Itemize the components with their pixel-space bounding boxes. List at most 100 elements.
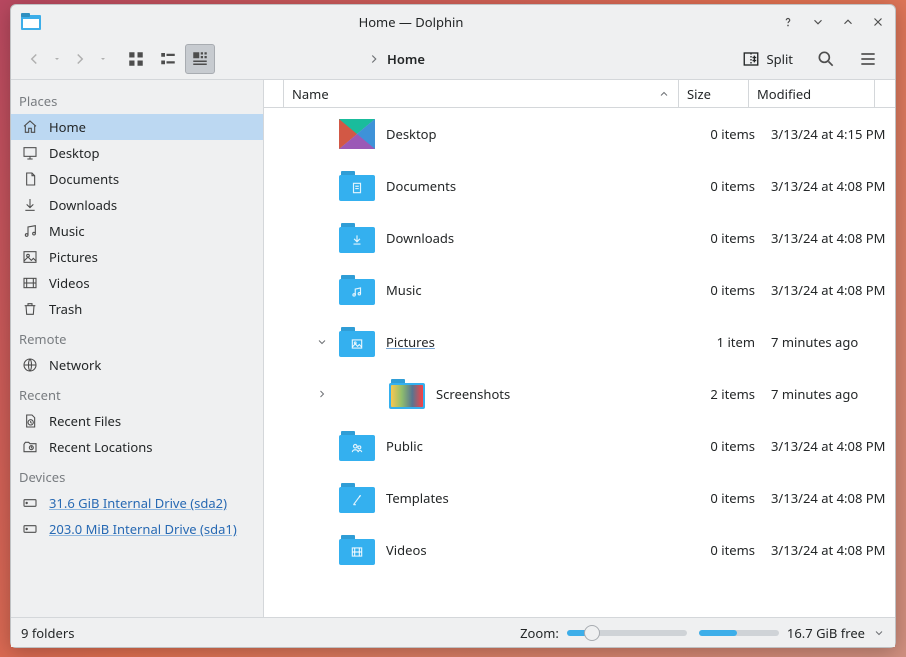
file-view: Name Size Modified Desktop0 items3/13/24…: [264, 80, 895, 617]
view-icons-button[interactable]: [121, 44, 151, 74]
file-row[interactable]: Videos0 items3/13/24 at 4:08 PM: [264, 524, 895, 576]
file-row[interactable]: Downloads0 items3/13/24 at 4:08 PM: [264, 212, 895, 264]
maximize-button[interactable]: [839, 13, 857, 31]
tree-gutter: [264, 316, 334, 368]
sidebar-item-label: Music: [49, 222, 85, 240]
tree-gutter: [264, 160, 334, 212]
file-name: Documents: [386, 177, 695, 195]
tree-gutter: [264, 524, 334, 576]
sidebar-item-network[interactable]: Network: [11, 352, 263, 378]
column-resize-handle[interactable]: [264, 80, 284, 107]
drive-icon: [21, 494, 39, 512]
sidebar-item-label: Trash: [49, 300, 82, 318]
dolphin-window: Home — Dolphin Home Split: [10, 4, 896, 648]
file-size: 0 items: [695, 489, 765, 507]
collapse-icon[interactable]: [314, 334, 330, 350]
breadcrumb-current[interactable]: Home: [387, 50, 425, 68]
downloads-icon: [21, 196, 39, 214]
split-icon: [742, 50, 760, 68]
sidebar-item-desktop[interactable]: Desktop: [11, 140, 263, 166]
file-row[interactable]: Pictures1 item7 minutes ago: [264, 316, 895, 368]
videos-folder-icon: [339, 535, 375, 565]
sidebar-item-downloads[interactable]: Downloads: [11, 192, 263, 218]
view-details-button[interactable]: [185, 44, 215, 74]
sidebar-heading: Remote: [11, 322, 263, 352]
documents-folder-icon: [339, 171, 375, 201]
file-row[interactable]: Screenshots2 items7 minutes ago: [264, 368, 895, 420]
file-modified: 3/13/24 at 4:08 PM: [765, 177, 895, 195]
minimize-button[interactable]: [809, 13, 827, 31]
expand-icon[interactable]: [314, 386, 330, 402]
sidebar-item-label: 203.0 MiB Internal Drive (sda1): [49, 520, 237, 538]
sidebar-item-recent-locations[interactable]: Recent Locations: [11, 434, 263, 460]
file-modified: 7 minutes ago: [765, 333, 895, 351]
forward-menu[interactable]: [97, 44, 109, 74]
tree-gutter: [264, 420, 334, 472]
forward-button[interactable]: [65, 44, 95, 74]
search-button[interactable]: [811, 44, 841, 74]
file-modified: 7 minutes ago: [765, 385, 895, 403]
chevron-right-icon: [367, 52, 381, 66]
view-compact-button[interactable]: [153, 44, 183, 74]
file-name: Templates: [386, 489, 695, 507]
chevron-down-icon[interactable]: [873, 627, 885, 639]
sidebar-item-31-6-gib-internal-drive-sda2-[interactable]: 31.6 GiB Internal Drive (sda2): [11, 490, 263, 516]
sidebar-item-label: Documents: [49, 170, 119, 188]
videos-icon: [21, 274, 39, 292]
file-row[interactable]: Documents0 items3/13/24 at 4:08 PM: [264, 160, 895, 212]
column-modified[interactable]: Modified: [749, 80, 875, 107]
sidebar-item-recent-files[interactable]: Recent Files: [11, 408, 263, 434]
file-row[interactable]: Music0 items3/13/24 at 4:08 PM: [264, 264, 895, 316]
free-space: 16.7 GiB free: [787, 624, 865, 642]
file-row[interactable]: Templates0 items3/13/24 at 4:08 PM: [264, 472, 895, 524]
file-row[interactable]: Public0 items3/13/24 at 4:08 PM: [264, 420, 895, 472]
screenshots-folder-icon: [389, 379, 425, 409]
breadcrumb[interactable]: Home: [227, 50, 732, 68]
zoom-label: Zoom:: [520, 624, 559, 642]
back-menu[interactable]: [51, 44, 63, 74]
column-name[interactable]: Name: [284, 80, 679, 107]
sidebar-item-documents[interactable]: Documents: [11, 166, 263, 192]
public-folder-icon: [339, 431, 375, 461]
pictures-icon: [21, 248, 39, 266]
file-name: Desktop: [386, 125, 695, 143]
music-folder-icon: [339, 275, 375, 305]
file-size: 0 items: [695, 281, 765, 299]
file-list: Desktop0 items3/13/24 at 4:15 PMDocument…: [264, 108, 895, 617]
home-icon: [21, 118, 39, 136]
column-header: Name Size Modified: [264, 80, 895, 108]
zoom-slider[interactable]: [567, 630, 687, 636]
file-row[interactable]: Desktop0 items3/13/24 at 4:15 PM: [264, 108, 895, 160]
menu-button[interactable]: [853, 44, 883, 74]
split-button[interactable]: Split: [736, 44, 799, 74]
help-button[interactable]: [779, 13, 797, 31]
tree-gutter: [264, 108, 334, 160]
column-size[interactable]: Size: [679, 80, 749, 107]
sidebar-item-pictures[interactable]: Pictures: [11, 244, 263, 270]
sidebar-item-videos[interactable]: Videos: [11, 270, 263, 296]
sidebar-item-trash[interactable]: Trash: [11, 296, 263, 322]
sidebar-item-label: Videos: [49, 274, 90, 292]
desktop-folder-icon: [339, 119, 375, 149]
sidebar-item-label: 31.6 GiB Internal Drive (sda2): [49, 494, 227, 512]
sidebar-item-label: Home: [49, 118, 86, 136]
sort-ascending-icon: [658, 88, 670, 100]
close-button[interactable]: [869, 13, 887, 31]
file-size: 0 items: [695, 177, 765, 195]
sidebar-heading: Devices: [11, 460, 263, 490]
app-icon: [19, 10, 43, 34]
back-button[interactable]: [19, 44, 49, 74]
file-size: 0 items: [695, 541, 765, 559]
sidebar-item-music[interactable]: Music: [11, 218, 263, 244]
sidebar-item-203-0-mib-internal-drive-sda1-[interactable]: 203.0 MiB Internal Drive (sda1): [11, 516, 263, 542]
trash-icon: [21, 300, 39, 318]
file-modified: 3/13/24 at 4:15 PM: [765, 125, 895, 143]
file-modified: 3/13/24 at 4:08 PM: [765, 281, 895, 299]
file-modified: 3/13/24 at 4:08 PM: [765, 437, 895, 455]
file-name: Pictures: [386, 333, 695, 351]
sidebar-item-home[interactable]: Home: [11, 114, 263, 140]
file-name: Music: [386, 281, 695, 299]
file-name: Videos: [386, 541, 695, 559]
network-icon: [21, 356, 39, 374]
downloads-folder-icon: [339, 223, 375, 253]
